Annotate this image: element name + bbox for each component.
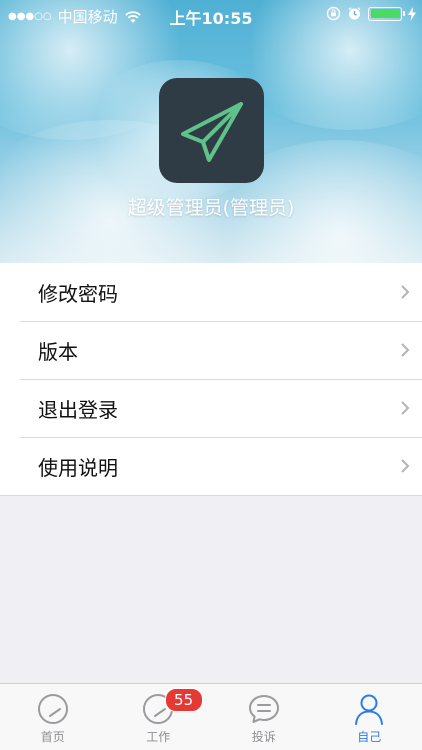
chevron-right-icon [401, 285, 410, 299]
menu-item-logout[interactable]: 退出登录 [0, 379, 422, 437]
tab-complaints[interactable]: 投诉 [211, 684, 317, 750]
menu-item-label: 使用说明 [38, 455, 118, 480]
tab-label: 工作 [146, 730, 171, 744]
tab-label: 首页 [40, 730, 65, 744]
menu-item-change-password[interactable]: 修改密码 [0, 263, 422, 321]
chat-bubble-icon [248, 695, 279, 723]
menu-item-instructions[interactable]: 使用说明 [0, 437, 422, 495]
chevron-right-icon [401, 459, 410, 473]
charging-icon [408, 6, 416, 21]
tab-label: 自己 [357, 730, 382, 744]
tab-label: 投诉 [251, 730, 276, 744]
menu-item-label: 版本 [38, 339, 78, 364]
user-name: 超级管理员(管理员) [127, 197, 295, 219]
settings-menu: 修改密码 版本 退出登录 使用说明 [0, 263, 422, 496]
menu-item-label: 退出登录 [38, 397, 118, 422]
compass-icon [37, 694, 68, 724]
tab-home[interactable]: 首页 [0, 684, 106, 750]
tab-me[interactable]: 自己 [317, 684, 422, 750]
tab-work[interactable]: 工作 55 [106, 684, 212, 750]
chevron-right-icon [401, 401, 410, 415]
person-icon [355, 694, 384, 725]
alarm-icon [348, 7, 361, 20]
status-bar: ●●●○○ 中国移动 上午10:55 [0, 0, 422, 30]
tab-bar: 首页 工作 55 投诉 自己 [0, 683, 422, 750]
paper-plane-icon [180, 101, 243, 162]
notification-badge: 55 [164, 688, 203, 712]
battery-icon [368, 6, 405, 21]
rotation-lock-icon [326, 6, 341, 21]
app-logo [159, 78, 264, 183]
chevron-right-icon [401, 343, 410, 357]
menu-item-version[interactable]: 版本 [0, 321, 422, 379]
menu-item-label: 修改密码 [38, 281, 118, 306]
profile-header: ●●●○○ 中国移动 上午10:55 超级管理员(管理员) [0, 0, 422, 263]
